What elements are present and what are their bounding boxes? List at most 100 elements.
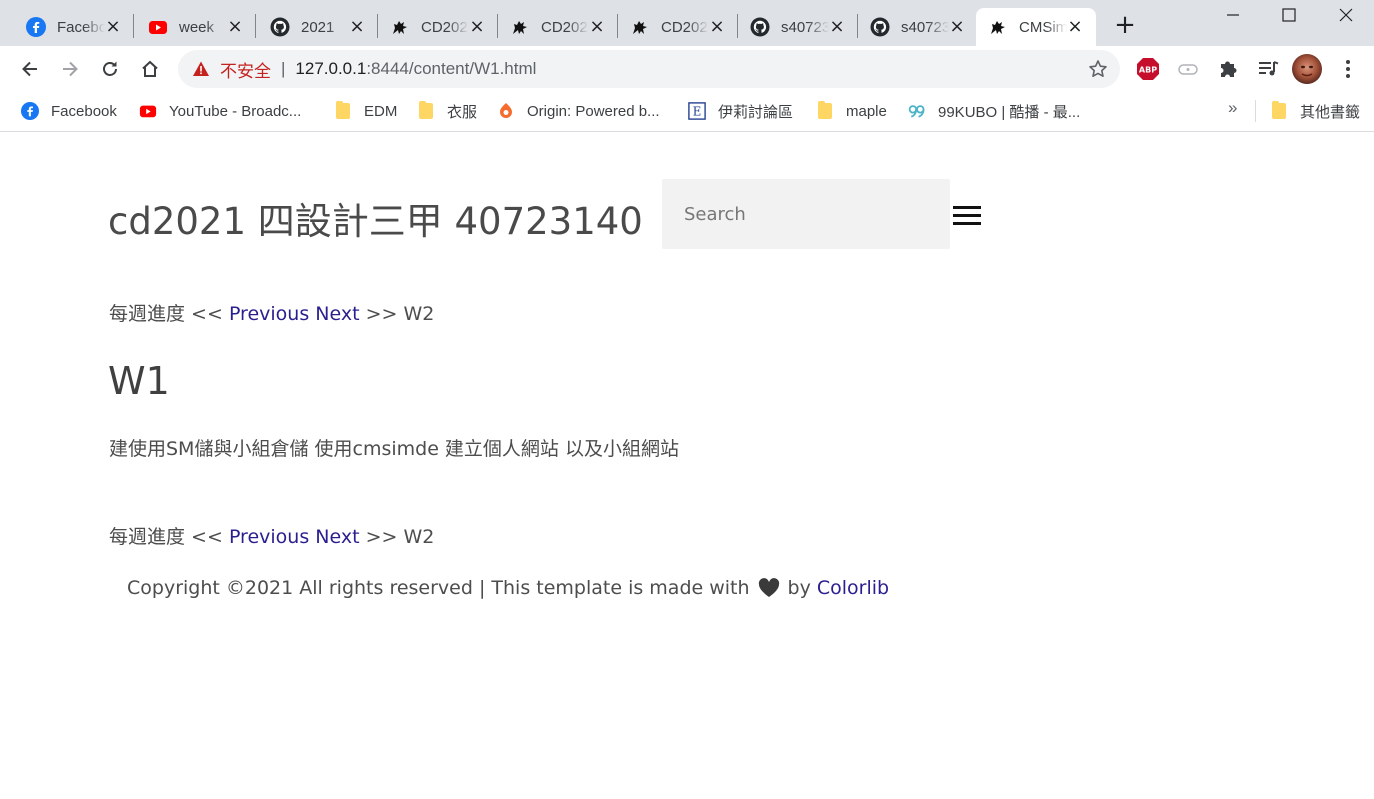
tab-title: CD2021	[661, 18, 709, 36]
bookmark-label: Facebook	[51, 102, 117, 120]
colorlib-link[interactable]: Colorlib	[817, 577, 889, 599]
tab-cd2021-b[interactable]: CD2021 ×	[498, 8, 618, 46]
tab-strip: Facebook × week × 2021 × CD2021 × CD2021…	[0, 0, 1374, 46]
youtube-icon	[148, 17, 168, 37]
tab-github-2021[interactable]: 2021 ×	[258, 8, 378, 46]
close-tab-icon[interactable]: ×	[588, 18, 606, 36]
github-icon	[750, 17, 770, 37]
page-heading: W1	[108, 359, 170, 403]
more-menu-icon[interactable]	[1335, 56, 1361, 82]
bookmark-origin[interactable]: Origin: Powered b...	[497, 100, 660, 122]
close-tab-icon[interactable]: ×	[104, 18, 122, 36]
tab-title: s40723140	[781, 18, 829, 36]
tab-youtube[interactable]: week ×	[136, 8, 256, 46]
facebook-icon	[21, 102, 39, 120]
nav-suffix: >> W2	[365, 303, 435, 325]
address-bar[interactable]: 不安全 | 127.0.0.1:8444/content/W1.html	[178, 50, 1120, 88]
youtube-icon	[139, 102, 157, 120]
url-host: 127.0.0.1	[295, 59, 367, 78]
cmsimde-icon	[988, 17, 1008, 37]
tab-title: week	[179, 18, 215, 36]
bookmark-youtube[interactable]: YouTube - Broadc...	[139, 100, 301, 122]
wallet-icon[interactable]	[1175, 56, 1201, 82]
reload-icon	[103, 61, 117, 76]
bookmark-label: 其他書籤	[1300, 103, 1361, 121]
bookmark-label: YouTube - Broadc...	[169, 102, 302, 120]
page-nav-top: 每週進度 << Previous Next >> W2	[109, 299, 434, 326]
tab-github-s40723140-a[interactable]: s40723140 ×	[738, 8, 858, 46]
warning-icon[interactable]	[192, 60, 210, 78]
tab-cd2021-c[interactable]: CD2021 ×	[618, 8, 738, 46]
home-icon	[142, 60, 158, 77]
nav-prefix: 每週進度 <<	[109, 303, 223, 325]
maximize-button[interactable]	[1261, 0, 1317, 30]
close-tab-icon[interactable]: ×	[828, 18, 846, 36]
kubo-icon	[908, 102, 926, 120]
bookmark-folder-edm[interactable]: EDM	[334, 100, 397, 122]
close-tab-icon[interactable]: ×	[708, 18, 726, 36]
page-content: cd2021 四設計三甲 40723140 每週進度 << Previous N…	[0, 133, 1374, 799]
cmsimde-icon	[390, 17, 410, 37]
bookmark-star-icon[interactable]	[1088, 59, 1108, 79]
back-button[interactable]	[14, 53, 46, 85]
tab-title: Facebook	[57, 18, 105, 36]
bookmark-label: Origin: Powered b...	[527, 102, 660, 120]
bookmark-99kubo[interactable]: 99KUBO | 酷播 - 最...	[908, 100, 1080, 122]
bookmarks-divider	[1255, 100, 1256, 122]
bookmark-label: EDM	[364, 102, 398, 120]
arrow-left-icon	[22, 61, 37, 77]
tab-cd2021-a[interactable]: CD2021 ×	[378, 8, 498, 46]
profile-avatar[interactable]	[1292, 54, 1322, 84]
previous-link[interactable]: Previous	[229, 303, 309, 325]
tab-separator	[255, 14, 256, 38]
more-bookmarks-chevron[interactable]: »	[1228, 98, 1237, 118]
browser-toolbar: 不安全 | 127.0.0.1:8444/content/W1.html ABP	[0, 46, 1374, 92]
bookmark-eyny[interactable]: E 伊莉討論區	[688, 100, 793, 122]
origin-icon	[497, 102, 515, 120]
address-divider: |	[281, 59, 286, 78]
tab-cmsimde-active[interactable]: CMSimde ×	[976, 8, 1096, 46]
heart-icon	[758, 578, 779, 597]
next-link[interactable]: Next	[315, 526, 359, 548]
github-icon	[870, 17, 890, 37]
bookmark-label: 伊莉討論區	[718, 103, 794, 121]
bookmark-folder-maple[interactable]: maple	[816, 100, 887, 122]
reload-button[interactable]	[94, 53, 126, 85]
footer-copyright: Copyright ©2021 All rights reserved | Th…	[127, 577, 889, 599]
tab-title: 2021	[301, 18, 335, 36]
bookmark-facebook[interactable]: Facebook	[21, 100, 117, 122]
home-button[interactable]	[134, 53, 166, 85]
close-tab-icon[interactable]: ×	[348, 18, 366, 36]
next-link[interactable]: Next	[315, 303, 359, 325]
bookmarks-bar: Facebook YouTube - Broadc... EDM 衣服 Orig…	[0, 92, 1374, 132]
search-input[interactable]	[662, 179, 950, 249]
previous-link[interactable]: Previous	[229, 526, 309, 548]
folder-icon	[417, 101, 435, 120]
site-title[interactable]: cd2021 四設計三甲 40723140	[108, 191, 643, 245]
bookmark-folder-clothes[interactable]: 衣服	[417, 100, 477, 122]
cmsimde-icon	[510, 17, 530, 37]
tab-title: CMSimde	[1019, 18, 1067, 36]
hamburger-menu-icon[interactable]	[953, 206, 981, 226]
close-tab-icon[interactable]: ×	[226, 18, 244, 36]
media-control-icon[interactable]	[1255, 56, 1281, 82]
tab-facebook[interactable]: Facebook ×	[14, 8, 134, 46]
close-window-button[interactable]	[1318, 0, 1374, 30]
folder-icon	[816, 101, 834, 120]
forward-button[interactable]	[54, 53, 86, 85]
arrow-right-icon	[63, 61, 78, 77]
abp-icon[interactable]: ABP	[1135, 56, 1161, 82]
tab-github-s40723140-b[interactable]: s40723140 ×	[858, 8, 978, 46]
cmsimde-icon	[630, 17, 650, 37]
folder-icon	[334, 101, 352, 120]
new-tab-button[interactable]: +	[1112, 12, 1138, 39]
bookmark-other-folder[interactable]: 其他書籤	[1270, 100, 1360, 122]
close-tab-icon[interactable]: ×	[1066, 18, 1084, 36]
url-path: :8444/content/W1.html	[366, 59, 537, 78]
close-tab-icon[interactable]: ×	[468, 18, 486, 36]
puzzle-icon[interactable]	[1215, 56, 1241, 82]
nav-prefix: 每週進度 <<	[109, 526, 223, 548]
close-tab-icon[interactable]: ×	[948, 18, 966, 36]
security-status[interactable]: 不安全	[220, 57, 271, 82]
minimize-button[interactable]	[1205, 0, 1261, 30]
